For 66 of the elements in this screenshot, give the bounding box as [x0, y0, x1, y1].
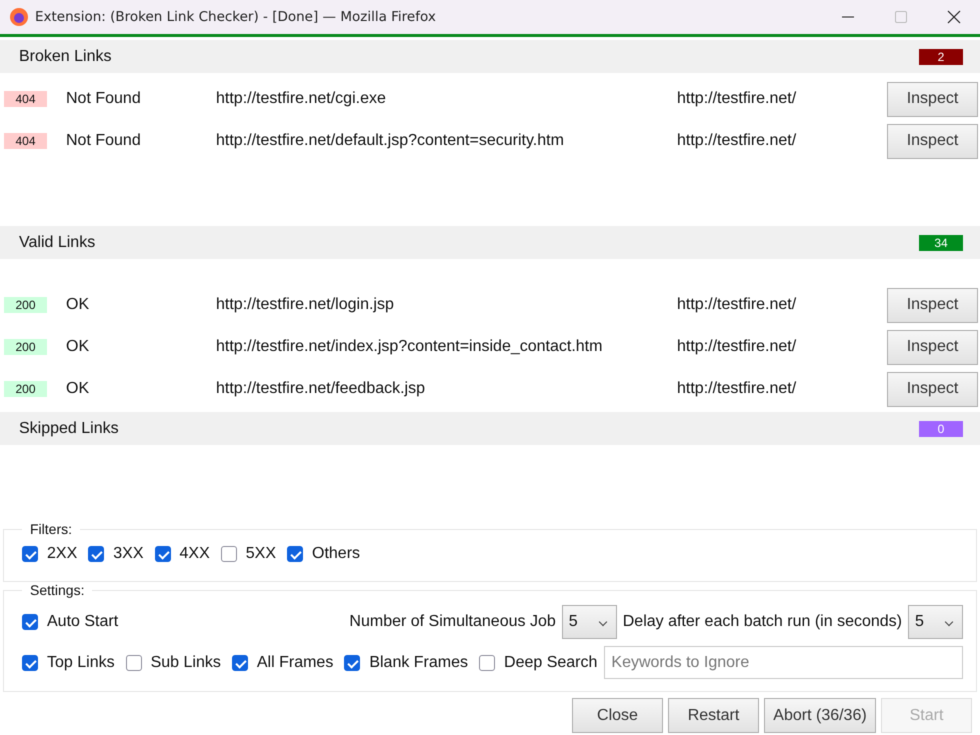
status-text: OK	[66, 338, 90, 356]
action-button[interactable]: Restart	[668, 698, 759, 733]
status-code-badge: 404	[4, 133, 47, 149]
delay-select[interactable]: 5	[908, 605, 963, 639]
status-text: Not Found	[66, 132, 142, 150]
status-code-badge: 200	[4, 297, 47, 313]
checkbox-label: Deep Search	[504, 654, 598, 672]
checkbox-label: Auto Start	[47, 613, 118, 631]
action-button[interactable]: Abort (36/36)	[764, 698, 876, 733]
keywords-field[interactable]: Keywords to Ignore	[604, 646, 963, 679]
count-badge: 34	[919, 234, 963, 250]
status-text: OK	[66, 380, 90, 398]
browser-logo-icon	[9, 7, 29, 27]
checkbox-label: Top Links	[47, 654, 115, 672]
checkbox[interactable]	[126, 654, 142, 670]
checkbox[interactable]	[479, 654, 496, 670]
status-code-badge: 200	[4, 381, 47, 397]
checkbox[interactable]	[220, 546, 237, 562]
filters-legend: Filters:	[22, 521, 80, 537]
checkbox-label: 3XX	[113, 545, 144, 563]
inspect-button[interactable]: Inspect	[887, 82, 978, 116]
checkbox[interactable]	[88, 546, 104, 562]
close-icon[interactable]	[947, 10, 961, 24]
count-badge: 2	[919, 48, 963, 64]
section-title: Valid Links	[19, 234, 96, 252]
parent-url: http://testfire.net/	[677, 90, 798, 108]
checkbox-label: 4XX	[180, 545, 210, 563]
inspect-button[interactable]: Inspect	[887, 372, 978, 406]
status-code-badge: 200	[4, 339, 47, 355]
link-url: http://testfire.net/feedback.jsp	[216, 380, 426, 398]
jobs-select[interactable]: 5	[562, 605, 617, 639]
checkbox-label: Blank Frames	[369, 654, 468, 672]
checkbox[interactable]	[154, 546, 170, 562]
inspect-button[interactable]: Inspect	[887, 288, 978, 322]
checkbox[interactable]	[22, 614, 38, 630]
checkbox-label: 5XX	[246, 545, 276, 563]
window-title: Extension: (Broken Link Checker) - [Done] — Mozilla Firefox	[35, 9, 437, 25]
status-text: OK	[66, 296, 90, 314]
status-text: Not Found	[66, 90, 142, 108]
status-code-badge: 404	[4, 91, 47, 107]
checkbox-label: Others	[312, 545, 360, 563]
parent-url: http://testfire.net/	[677, 296, 798, 314]
checkbox-label: Sub Links	[150, 654, 221, 672]
inspect-button[interactable]: Inspect	[887, 330, 978, 364]
checkbox[interactable]	[22, 546, 38, 562]
checkbox-label: All Frames	[256, 654, 334, 672]
checkbox[interactable]	[22, 654, 38, 670]
jobs-label: Number of Simultaneous Job	[349, 613, 556, 631]
section-title: Broken Links	[19, 48, 112, 66]
inspect-button[interactable]: Inspect	[887, 124, 978, 158]
action-button[interactable]: Close	[572, 698, 663, 733]
checkbox-label: 2XX	[47, 545, 78, 563]
parent-url: http://testfire.net/	[677, 338, 798, 356]
delay-label: Delay after each batch run (in seconds)	[622, 613, 902, 631]
checkbox[interactable]	[344, 654, 360, 670]
section-title: Skipped Links	[19, 420, 119, 438]
link-url: http://testfire.net/login.jsp	[216, 296, 395, 314]
link-url: http://testfire.net/index.jsp?content=inside_contact.htm	[216, 338, 604, 356]
parent-url: http://testfire.net/	[677, 132, 798, 150]
link-url: http://testfire.net/cgi.exe	[216, 90, 387, 108]
parent-url: http://testfire.net/	[677, 380, 798, 398]
link-url: http://testfire.net/default.jsp?content=security.htm	[216, 132, 565, 150]
count-badge: 0	[919, 420, 963, 436]
checkbox[interactable]	[232, 654, 248, 670]
settings-legend: Settings:	[22, 582, 92, 598]
checkbox[interactable]	[287, 546, 303, 562]
